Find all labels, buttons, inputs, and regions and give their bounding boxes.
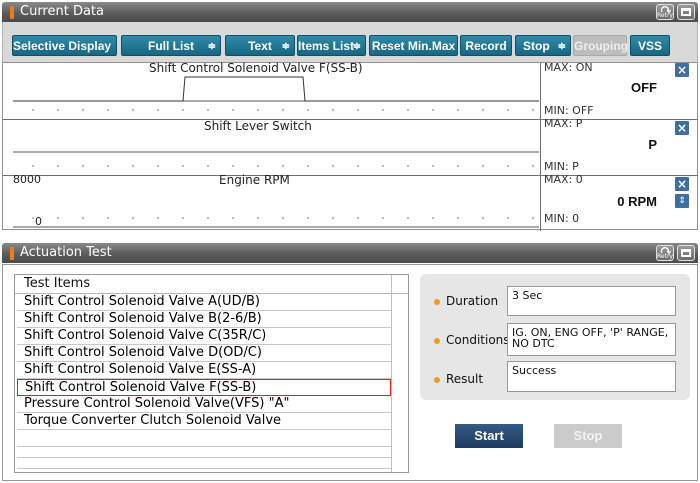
conditions-value: IG. ON, ENG OFF, 'P' RANGE, NO DTC: [507, 323, 676, 356]
panel-flag-icon: [10, 247, 14, 260]
graph-row: 8000 0 Engine RPM MAX: 0 MIN: 0 0 RPM × …: [3, 173, 697, 231]
test-item-row-selected[interactable]: Shift Control Solenoid Valve F(SS-B): [17, 379, 391, 396]
dropdown-caret-icon: ≑: [557, 41, 566, 52]
graph-area: Shift Control Solenoid Valve F(SS-B) MAX…: [2, 61, 698, 231]
text-dropdown[interactable]: Text ≑: [225, 35, 295, 56]
record-button[interactable]: Record: [460, 35, 512, 56]
actuation-test-header: Actuation Test Retry: [2, 243, 698, 263]
result-label: Result: [434, 372, 483, 386]
items-list-dropdown[interactable]: Items List ≑: [297, 35, 366, 56]
graph-min-label: MIN: P: [544, 160, 579, 173]
result-label-text: Result: [446, 372, 484, 386]
current-data-header: Current Data Retry: [2, 2, 698, 22]
column-divider: [391, 275, 392, 472]
reset-min-max-button[interactable]: Reset Min.Max: [369, 35, 458, 56]
close-graph-icon[interactable]: ×: [675, 121, 689, 135]
window-icon: [681, 8, 691, 16]
retry-button[interactable]: Retry: [656, 245, 674, 261]
items-list-label: Items List: [298, 39, 355, 53]
window-icon: [681, 249, 691, 257]
retry-label: Retry: [657, 253, 673, 260]
bullet-icon: [434, 376, 440, 383]
dropdown-caret-icon: ≑: [352, 41, 361, 52]
duration-label-text: Duration: [446, 294, 499, 308]
test-item-row[interactable]: Pressure Control Solenoid Valve(VFS) "A": [17, 396, 391, 413]
graph-value: P: [648, 137, 657, 152]
graph-title: Shift Lever Switch: [204, 119, 312, 133]
close-graph-icon[interactable]: ×: [675, 177, 689, 191]
dropdown-caret-icon: ≑: [207, 41, 216, 52]
sort-arrows-icon[interactable]: ⇕: [675, 194, 689, 208]
window-button[interactable]: [677, 4, 695, 20]
graph-title: Engine RPM: [219, 173, 290, 187]
duration-value: 3 Sec: [507, 286, 676, 316]
test-item-row[interactable]: Shift Control Solenoid Valve D(OD/C): [17, 345, 391, 362]
test-item-row[interactable]: Shift Control Solenoid Valve E(SS-A): [17, 362, 391, 379]
list-header-label: Test Items: [24, 276, 91, 291]
test-info-box: Duration 3 Sec Conditions IG. ON, ENG OF…: [420, 274, 690, 400]
full-list-dropdown[interactable]: Full List ≑: [121, 35, 221, 56]
graph-max-label: MAX: P: [544, 117, 583, 130]
dropdown-caret-icon: ≑: [281, 41, 290, 52]
list-header: Test Items: [15, 275, 408, 294]
graph-value: OFF: [631, 80, 657, 95]
graph-scale-top: 8000: [13, 173, 41, 186]
test-items-list: Test Items Shift Control Solenoid Valve …: [14, 274, 409, 473]
test-item-row[interactable]: Shift Control Solenoid Valve C(35R/C): [17, 328, 391, 345]
retry-button[interactable]: Retry: [656, 4, 674, 20]
retry-label: Retry: [657, 12, 673, 19]
stop-label: Stop: [522, 39, 550, 53]
current-data-title: Current Data: [20, 4, 104, 19]
stop-dropdown[interactable]: Stop ≑: [515, 35, 571, 56]
test-item-row[interactable]: Shift Control Solenoid Valve A(UD/B): [17, 294, 391, 311]
conditions-label: Conditions: [434, 333, 510, 347]
vss-button[interactable]: VSS: [630, 35, 670, 56]
test-item-row[interactable]: Shift Control Solenoid Valve B(2-6/B): [17, 311, 391, 328]
test-item-row[interactable]: Torque Converter Clutch Solenoid Valve: [17, 413, 391, 430]
graph-max-label: MAX: ON: [544, 61, 593, 74]
graph-row: Shift Control Solenoid Valve F(SS-B) MAX…: [3, 61, 697, 120]
current-data-toolbar: Selective Display Full List ≑ Text ≑ Items…: [2, 22, 698, 62]
graph-divider: [540, 63, 541, 119]
grouping-button[interactable]: Grouping: [573, 35, 628, 56]
full-list-label: Full List: [148, 39, 194, 53]
bullet-icon: [434, 337, 440, 344]
duration-label: Duration: [434, 294, 498, 308]
stop-button[interactable]: Stop: [554, 424, 622, 448]
close-graph-icon[interactable]: ×: [675, 63, 689, 77]
selective-display-label: Selective Display: [13, 39, 112, 53]
window-button[interactable]: [677, 245, 695, 261]
result-value: Success: [507, 361, 676, 392]
actuation-test-body: Test Items Shift Control Solenoid Valve …: [2, 264, 698, 481]
graph-value: 0 RPM: [617, 194, 657, 209]
bullet-icon: [434, 298, 440, 305]
graph-divider: [540, 175, 541, 231]
graph-divider: [540, 119, 541, 175]
graph-min-label: MIN: OFF: [544, 104, 594, 117]
panel-flag-icon: [10, 6, 14, 19]
test-item-row[interactable]: [17, 452, 391, 469]
graph-row: Shift Lever Switch MAX: P MIN: P P ×: [3, 117, 697, 176]
graph-title: Shift Control Solenoid Valve F(SS-B): [149, 61, 363, 75]
text-label: Text: [248, 39, 272, 53]
conditions-label-text: Conditions: [446, 333, 510, 347]
start-button[interactable]: Start: [455, 424, 523, 448]
graph-scale-bottom: 0: [35, 215, 42, 228]
graph-min-label: MIN: 0: [544, 212, 580, 225]
selective-display-dropdown[interactable]: Selective Display: [12, 35, 117, 56]
actuation-test-title: Actuation Test: [20, 245, 112, 260]
graph-max-label: MAX: 0: [544, 173, 583, 186]
